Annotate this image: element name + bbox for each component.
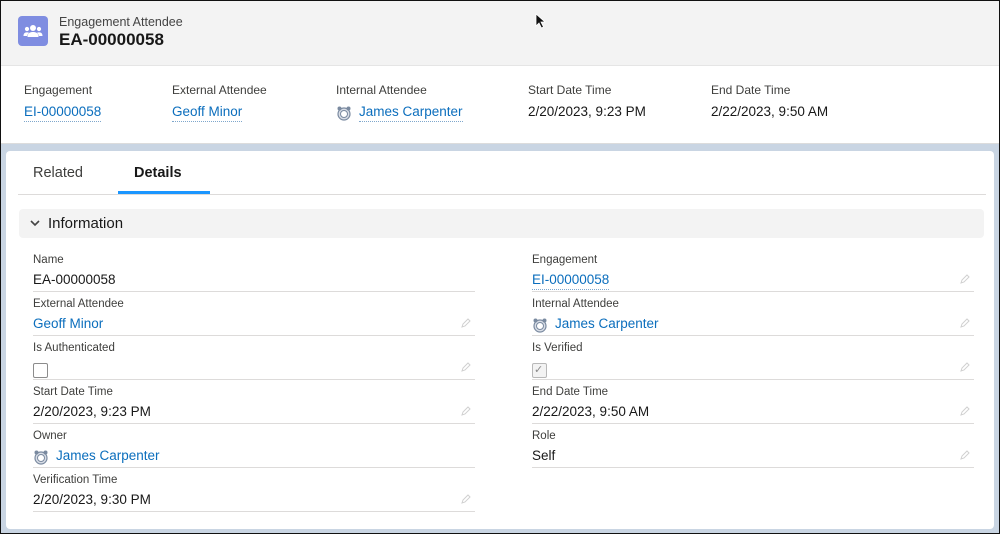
edit-pencil-icon[interactable] [960, 403, 970, 421]
tab-bar: Related Details [18, 151, 986, 195]
external-attendee-field-link[interactable]: Geoff Minor [33, 316, 103, 333]
engagement-field-link[interactable]: EI-00000058 [532, 272, 610, 290]
field-label: Start Date Time [33, 386, 113, 398]
field-label: Name [33, 254, 64, 266]
is-verified-checkbox[interactable]: ✓ [532, 363, 547, 378]
field-name: Name EA-00000058 [33, 251, 475, 292]
start-date-time-field-value: 2/20/2023, 9:23 PM [33, 404, 151, 419]
highlight-engagement: Engagement EI-00000058 [24, 83, 102, 122]
highlight-label: External Attendee [172, 83, 267, 97]
chevron-down-icon [29, 216, 41, 234]
user-avatar-icon [532, 317, 548, 333]
edit-pencil-icon[interactable] [960, 359, 970, 377]
highlight-label: Internal Attendee [336, 83, 427, 97]
field-label: Internal Attendee [532, 298, 619, 310]
field-owner: Owner James Carpenter [33, 427, 475, 468]
field-label: Engagement [532, 254, 598, 266]
verification-time-value: 2/20/2023, 9:30 PM [33, 492, 151, 507]
tab-related[interactable]: Related [33, 165, 83, 181]
role-value: Self [532, 448, 556, 463]
end-date-time-field-value: 2/22/2023, 9:50 AM [532, 404, 650, 419]
highlight-label: Start Date Time [528, 83, 612, 97]
external-attendee-link[interactable]: Geoff Minor [172, 104, 243, 122]
internal-attendee-field-link[interactable]: James Carpenter [555, 316, 659, 333]
is-authenticated-checkbox[interactable] [33, 363, 48, 378]
edit-pencil-icon[interactable] [461, 315, 471, 333]
user-avatar-icon [33, 449, 49, 465]
highlight-internal-attendee: Internal Attendee James Carpenter [336, 83, 463, 122]
tab-details[interactable]: Details [134, 165, 182, 181]
edit-pencil-icon[interactable] [960, 315, 970, 333]
record-page: Engagement Attendee EA-00000058 Engageme… [0, 0, 1000, 534]
edit-pencil-icon[interactable] [960, 271, 970, 289]
active-tab-indicator [118, 191, 210, 194]
highlight-end-date-time: End Date Time 2/22/2023, 9:50 AM [711, 83, 828, 119]
highlight-label: End Date Time [711, 83, 791, 97]
name-value: EA-00000058 [33, 272, 116, 287]
field-role: Role Self [532, 427, 974, 468]
object-type-label: Engagement Attendee [59, 15, 183, 29]
people-group-icon [18, 16, 48, 46]
edit-pencil-icon[interactable] [461, 491, 471, 509]
information-section-header[interactable]: Information [19, 209, 984, 238]
user-avatar-icon [336, 105, 352, 121]
field-external-attendee: External Attendee Geoff Minor [33, 295, 475, 336]
record-title: EA-00000058 [59, 30, 164, 49]
details-card: Related Details Information Name EA-0000… [6, 151, 994, 529]
field-label: Verification Time [33, 474, 118, 486]
field-label: End Date Time [532, 386, 609, 398]
section-title: Information [48, 215, 124, 232]
field-internal-attendee: Internal Attendee James Carpenter [532, 295, 974, 336]
edit-pencil-icon[interactable] [461, 403, 471, 421]
field-end-date-time: End Date Time 2/22/2023, 9:50 AM [532, 383, 974, 424]
field-engagement: Engagement EI-00000058 [532, 251, 974, 292]
record-header: Engagement Attendee EA-00000058 Engageme… [1, 1, 999, 144]
edit-pencil-icon[interactable] [960, 447, 970, 465]
edit-pencil-icon[interactable] [461, 359, 471, 377]
field-start-date-time: Start Date Time 2/20/2023, 9:23 PM [33, 383, 475, 424]
field-verification-time: Verification Time 2/20/2023, 9:30 PM [33, 471, 475, 512]
checkmark-icon: ✓ [534, 364, 544, 376]
field-label: Owner [33, 430, 67, 442]
engagement-link[interactable]: EI-00000058 [24, 104, 102, 122]
highlight-label: Engagement [24, 83, 93, 97]
title-band: Engagement Attendee EA-00000058 [1, 1, 999, 66]
owner-link[interactable]: James Carpenter [56, 448, 160, 465]
field-is-verified: Is Verified ✓ [532, 339, 974, 380]
start-date-time-value: 2/20/2023, 9:23 PM [528, 104, 646, 119]
field-label: External Attendee [33, 298, 124, 310]
end-date-time-value: 2/22/2023, 9:50 AM [711, 104, 829, 119]
field-label: Role [532, 430, 556, 442]
field-label: Is Verified [532, 342, 583, 354]
highlight-start-date-time: Start Date Time 2/20/2023, 9:23 PM [528, 83, 646, 119]
internal-attendee-link[interactable]: James Carpenter [359, 104, 463, 122]
highlight-external-attendee: External Attendee Geoff Minor [172, 83, 267, 122]
field-is-authenticated: Is Authenticated [33, 339, 475, 380]
field-label: Is Authenticated [33, 342, 115, 354]
mouse-cursor-icon [535, 13, 547, 34]
